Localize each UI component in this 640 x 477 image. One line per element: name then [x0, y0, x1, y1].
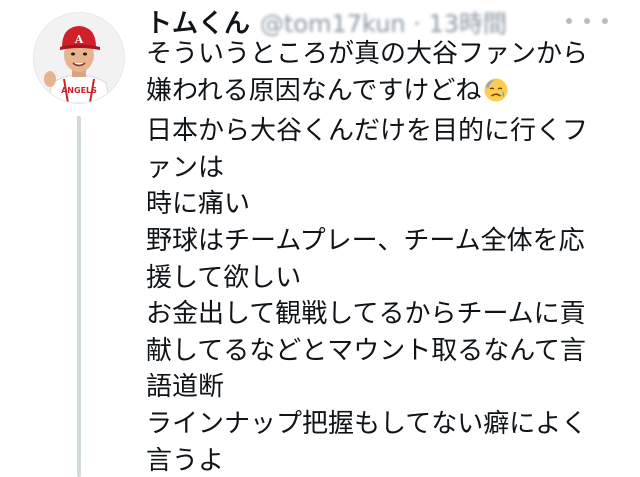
svg-text:ANGELS: ANGELS [61, 86, 97, 95]
tweet-line: 援して欲しい [146, 262, 302, 293]
avatar[interactable]: ANGELS A [33, 12, 125, 104]
dot [584, 18, 590, 24]
author-handle-time[interactable]: @tom17kun · 13時間 [260, 4, 507, 39]
tweet-line: 時に痛い [146, 189, 251, 220]
baseball-player-avatar-icon: ANGELS A [34, 13, 124, 103]
tweet-line: ァンは [146, 152, 225, 183]
avatar-column: ANGELS A [33, 12, 125, 477]
dot [566, 18, 572, 24]
tweet-line: 嫌われる原因なんですけどね [146, 73, 616, 114]
tweet-line: 語道断 [146, 372, 225, 403]
tweet-line: お金出して観戦してるからチームに貢 [146, 299, 586, 330]
tweet-line: 言うよ [146, 445, 225, 476]
tweet-line: 日本から大谷くんだけを目的に行くフ [146, 116, 589, 147]
more-options-icon[interactable] [566, 10, 608, 32]
tweet-line-text: 嫌われる原因なんですけどね [146, 75, 482, 106]
tweet-body: そういうところが真の大谷ファンから 嫌われる原因なんですけどね日本から大谷くんだけ… [146, 36, 616, 477]
thread-line [77, 116, 81, 477]
svg-text:A: A [74, 33, 84, 46]
author-name[interactable]: トムくん [146, 3, 250, 40]
tweet-line: そういうところが真の大谷ファンから [146, 39, 589, 69]
tweet-header: トムくん @tom17kun · 13時間 [146, 4, 507, 39]
dot [602, 18, 608, 24]
tweet-line: 野球はチームプレー、チーム全体を応 [146, 225, 585, 256]
tweet[interactable]: ANGELS A トムくん @tom17kun · 13時間 そういうところが真… [0, 0, 640, 477]
tweet-line: ラインナップ把握もしてない癖によく [146, 408, 588, 439]
sad-but-relieved-face-icon [483, 77, 509, 114]
tweet-line: 献してるなどとマウント取るなんて言 [146, 335, 586, 366]
